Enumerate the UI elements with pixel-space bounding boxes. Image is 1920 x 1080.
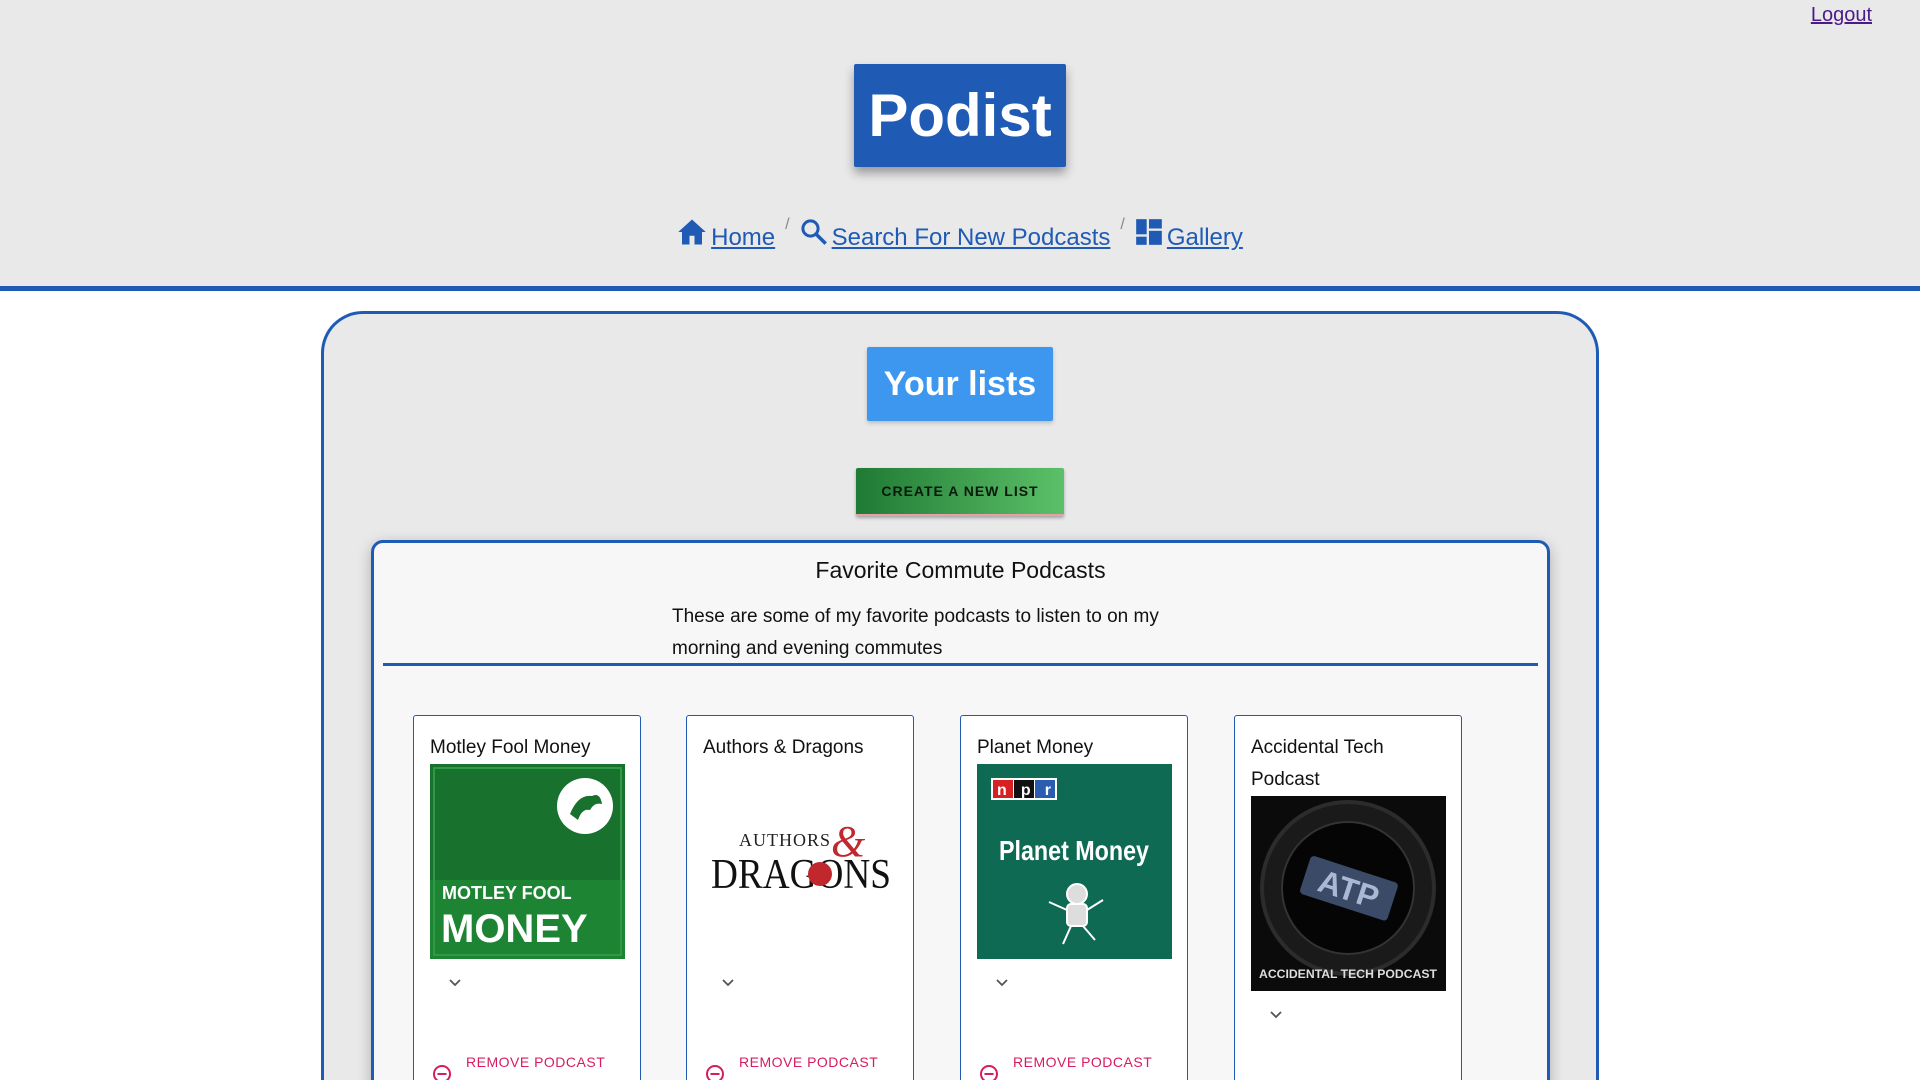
gallery-icon — [1136, 219, 1162, 245]
podcast-title: Planet Money — [977, 737, 1094, 758]
podcast-artwork[interactable]: ATP ACCIDENTAL TECH PODCAST — [1251, 796, 1446, 991]
create-list-button[interactable]: CREATE A NEW LIST — [856, 468, 1064, 516]
breadcrumb: Home / Search For New Podcasts / Gallery — [0, 216, 1920, 252]
podcast-artwork[interactable]: AUTHORS & DRAGONS — [703, 764, 898, 959]
nav-gallery-link[interactable]: Gallery — [1135, 218, 1243, 252]
app-header: Logout Podist Home / Search For New Podc… — [0, 0, 1920, 291]
breadcrumb-separator: / — [785, 216, 790, 233]
podcast-artwork[interactable]: MOTLEY FOOL MONEY — [430, 764, 625, 959]
chevron-down-icon[interactable] — [448, 978, 462, 988]
remove-circle-icon — [980, 1065, 998, 1080]
remove-podcast-button[interactable]: REMOVE PODCAST — [432, 1054, 605, 1080]
list-description: These are some of my favorite podcasts t… — [672, 606, 1159, 659]
remove-podcast-label: REMOVE PODCAST — [739, 1054, 879, 1070]
remove-podcast-label: REMOVE PODCAST — [1013, 1054, 1153, 1070]
brand-logo[interactable]: Podist — [854, 64, 1066, 167]
art-text-top: MOTLEY FOOL — [442, 883, 572, 903]
podcast-title: Authors & Dragons — [703, 737, 864, 758]
art-text-bottom: MONEY — [441, 907, 588, 951]
logout-link[interactable]: Logout — [1811, 4, 1872, 27]
art-text-top: Planet Money — [999, 835, 1149, 866]
home-icon — [678, 219, 706, 245]
podcast-card: Planet Money npr Planet Money REMOVE POD… — [960, 715, 1188, 1080]
podcast-title: Accidental Tech Podcast — [1251, 737, 1384, 790]
remove-circle-icon — [706, 1065, 724, 1080]
art-text-bottom: DRAGONS — [711, 852, 891, 898]
page-title: Your lists — [867, 347, 1053, 421]
nav-search-label: Search For New Podcasts — [831, 224, 1111, 251]
podcast-card: Motley Fool Money MOTLEY FOOL MONEY REMO… — [413, 715, 641, 1080]
podcast-card: Accidental Tech Podcast ATP ACCIDENTAL T… — [1234, 715, 1462, 1080]
divider — [383, 663, 1538, 666]
list-title: Favorite Commute Podcasts — [815, 557, 1106, 583]
nav-search-link[interactable]: Search For New Podcasts — [800, 218, 1111, 252]
breadcrumb-separator: / — [1120, 216, 1125, 233]
remove-podcast-label: REMOVE PODCAST — [466, 1054, 606, 1070]
chevron-down-icon[interactable] — [995, 978, 1009, 988]
remove-circle-icon — [433, 1065, 451, 1080]
podcast-card: Authors & Dragons AUTHORS & DRAGONS REMO… — [686, 715, 914, 1080]
remove-podcast-button[interactable]: REMOVE PODCAST — [979, 1054, 1152, 1080]
art-text-top: AUTHORS — [739, 830, 831, 850]
nav-home-label: Home — [711, 224, 776, 251]
search-icon — [801, 219, 827, 245]
chevron-down-icon[interactable] — [1269, 1010, 1283, 1020]
nav-gallery-label: Gallery — [1166, 224, 1243, 251]
remove-podcast-button[interactable]: REMOVE PODCAST — [705, 1054, 878, 1080]
nav-home-link[interactable]: Home — [677, 218, 775, 252]
podcast-artwork[interactable]: npr Planet Money — [977, 764, 1172, 959]
art-text-bottom: ACCIDENTAL TECH PODCAST — [1259, 967, 1438, 981]
chevron-down-icon[interactable] — [721, 978, 735, 988]
podcast-title: Motley Fool Money — [430, 737, 591, 758]
